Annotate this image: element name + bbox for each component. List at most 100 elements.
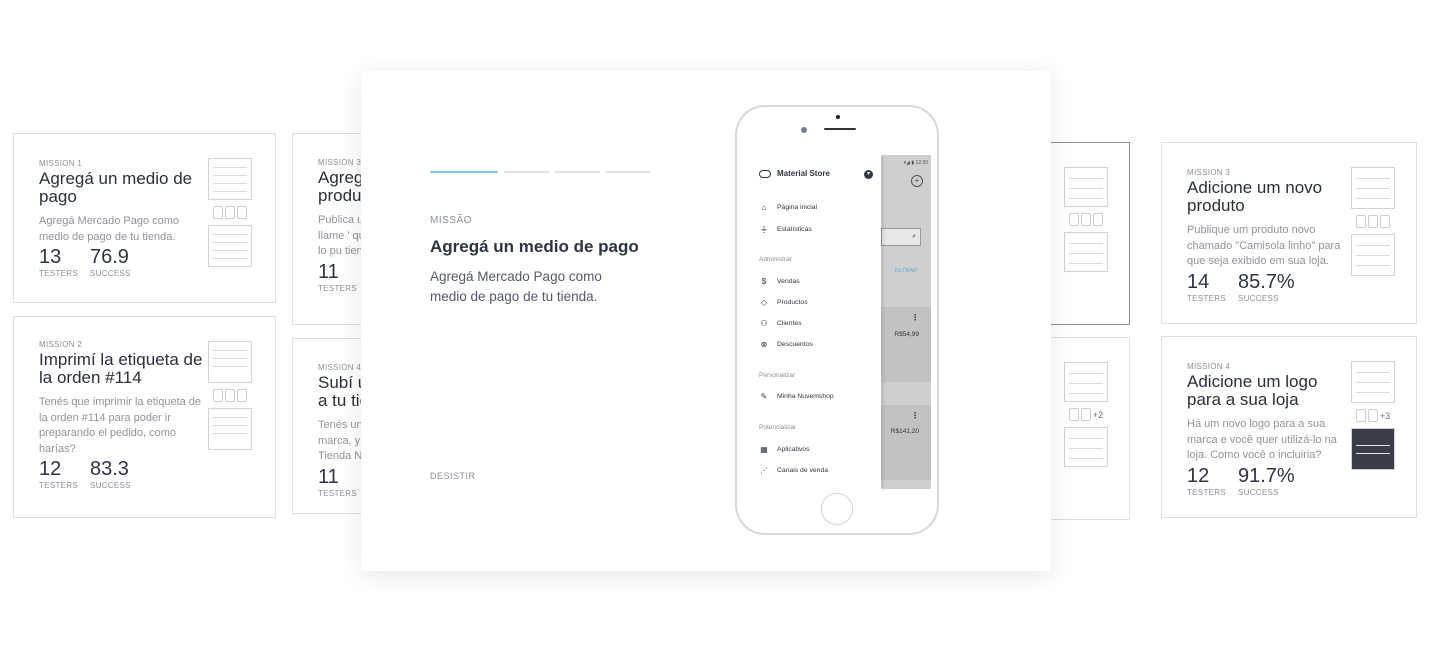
- mission-stats: 13 TESTERS 76.9 SUCCESS: [39, 247, 209, 278]
- menu-item-stats[interactable]: ⏚ Estatísticas: [759, 224, 812, 235]
- screen-thumbnail: [1064, 362, 1108, 402]
- success-label: SUCCESS: [1238, 293, 1279, 303]
- screen-thumbnail: [1351, 361, 1395, 403]
- chevron-down-icon[interactable]: ▾: [864, 170, 873, 179]
- kebab-menu-icon[interactable]: ⋮: [911, 313, 919, 322]
- progress-step: [430, 171, 498, 173]
- screen-thumbnails: [1351, 167, 1395, 276]
- screen-thumbnail: [1351, 428, 1395, 470]
- mission-label: MISSION 1: [39, 159, 83, 168]
- screen-thumbnails: [208, 158, 252, 267]
- menu-item-sales[interactable]: $ Vendas: [759, 277, 800, 286]
- phone-camera: [801, 127, 807, 133]
- mission-card-2[interactable]: MISSION 2 Imprimí la etiqueta de la orde…: [13, 316, 276, 518]
- mission-card-1[interactable]: MISSION 1 Agregá un medio de pago Agregá…: [13, 133, 276, 303]
- mission-stats: 14 TESTERS 85.7% SUCCESS: [1187, 272, 1347, 303]
- menu-item-channels[interactable]: ⋰ Canais de venda: [759, 466, 828, 475]
- screen-thumbnails: [1064, 167, 1108, 272]
- search-icon[interactable]: ⌕: [881, 228, 921, 246]
- brush-icon: ✎: [760, 392, 768, 401]
- screen-thumbnail: [1064, 167, 1108, 207]
- mission-description: Agregá Mercado Pago como medio de pago d…: [39, 215, 180, 243]
- screen-thumbnail: [208, 408, 252, 450]
- testers-label: TESTERS: [1187, 487, 1226, 497]
- store-logo-icon: [759, 169, 771, 178]
- mission-stats: 12 TESTERS 83.3 SUCCESS: [39, 459, 209, 490]
- screen-thumbnail: [208, 225, 252, 267]
- success-rate: 85.7%: [1238, 270, 1295, 293]
- store-name: Material Store: [777, 169, 830, 178]
- success-rate: 91.7%: [1238, 464, 1295, 487]
- testers-count: 14: [1187, 270, 1210, 293]
- menu-item-apps[interactable]: ▦ Aplicativos: [759, 445, 809, 454]
- screen-thumbnails: [208, 341, 252, 450]
- phone-screen: ▾◢ ▮ 12:30 + ⌕ FILTRAR ⋮ R$54,99 ⋮ R$141…: [745, 155, 931, 489]
- modal-label: MISSÃO: [430, 215, 472, 226]
- menu-item-clients[interactable]: ⚇ Clientes: [759, 319, 801, 328]
- mission-label: MISSION 4: [1187, 362, 1231, 371]
- phone-sensor: [836, 115, 840, 119]
- kebab-menu-icon[interactable]: ⋮: [911, 411, 919, 420]
- mission-stats: 12 TESTERS 91.7% SUCCESS: [1187, 466, 1347, 497]
- mission-description: Há um novo logo para a sua marca e você …: [1187, 418, 1337, 461]
- mission-title: Adicione um novo produto: [1187, 178, 1323, 215]
- mission-label: MISSION 3: [1187, 168, 1231, 177]
- users-icon: ⚇: [760, 319, 768, 328]
- testers-count: 13: [39, 246, 62, 268]
- mission-card-3-pt[interactable]: MISSION 3 Adicione um novo produto Publi…: [1161, 142, 1417, 324]
- more-screens-count: +2: [1092, 409, 1104, 420]
- success-label: SUCCESS: [90, 481, 131, 490]
- success-label: SUCCESS: [1238, 487, 1279, 497]
- mission-modal: MISSÃO Agregá un medio de pago Agregá Me…: [361, 71, 1051, 571]
- mission-description: Tenés que imprimir la etiqueta de la ord…: [39, 396, 202, 455]
- filter-button[interactable]: FILTRAR: [894, 268, 917, 274]
- channels-icon: ⋰: [760, 466, 768, 475]
- add-icon[interactable]: +: [911, 175, 923, 187]
- screen-thumbnails: +2: [1064, 362, 1108, 467]
- menu-item-home[interactable]: ⌂ Página inicial: [759, 203, 817, 212]
- screen-thumbnail: [208, 158, 252, 200]
- success-label: SUCCESS: [90, 269, 131, 278]
- chart-icon: ⏚: [760, 225, 768, 234]
- testers-label: TESTERS: [1187, 293, 1226, 303]
- mission-title: Agregá un medio de pago: [39, 169, 193, 206]
- testers-label: TESTERS: [39, 481, 78, 490]
- menu-item-products[interactable]: ◇ Productos: [759, 298, 808, 307]
- home-icon: ⌂: [761, 203, 767, 212]
- phone-home-button: [821, 493, 853, 525]
- nav-drawer: Material Store ▾ ⌂ Página inicial ⏚ Estatí…: [745, 155, 881, 489]
- phone-speaker: [824, 128, 856, 130]
- testers-count: 11: [318, 465, 339, 488]
- progress-step: [555, 171, 600, 173]
- discount-icon: ⊗: [760, 340, 768, 349]
- modal-title: Agregá un medio de pago: [430, 237, 639, 256]
- dollar-icon: $: [761, 277, 767, 286]
- screen-thumbnail: [1351, 234, 1395, 276]
- tag-icon: ◇: [760, 298, 768, 307]
- product-price: R$54,99: [894, 331, 919, 338]
- section-label: Personalizar: [759, 372, 796, 379]
- progress-step: [504, 171, 549, 173]
- apps-icon: ▦: [760, 445, 768, 454]
- screen-thumbnail: [1064, 232, 1108, 272]
- mission-progress: [430, 171, 651, 173]
- quit-button[interactable]: DESISTIR: [430, 471, 476, 481]
- menu-item-discounts[interactable]: ⊗ Descuentos: [759, 340, 813, 349]
- mission-title: Imprimí la etiqueta de la orden #114: [39, 350, 203, 387]
- testers-label: TESTERS: [318, 283, 357, 293]
- mission-card-4-pt[interactable]: MISSION 4 Adicione um logo para a sua lo…: [1161, 336, 1417, 518]
- status-bar: ▾◢ ▮ 12:30: [903, 160, 928, 166]
- store-header[interactable]: Material Store: [759, 169, 830, 178]
- section-label: Potencializar: [759, 424, 797, 431]
- testers-count: 12: [1187, 464, 1210, 487]
- testers-count: 11: [318, 260, 339, 283]
- section-label: Administrar: [759, 256, 792, 263]
- screen-thumbnails: +3: [1351, 361, 1395, 470]
- more-screens-count: +3: [1379, 410, 1391, 421]
- mission-title: Adicione um logo para a sua loja: [1187, 372, 1318, 409]
- success-rate: 76.9: [90, 246, 129, 268]
- menu-item-customize[interactable]: ✎ Minha Nuvemshop: [759, 392, 834, 401]
- progress-step: [606, 171, 651, 173]
- modal-description: Agregá Mercado Pago como medio de pago d…: [430, 269, 602, 304]
- screen-thumbnail: [1064, 427, 1108, 467]
